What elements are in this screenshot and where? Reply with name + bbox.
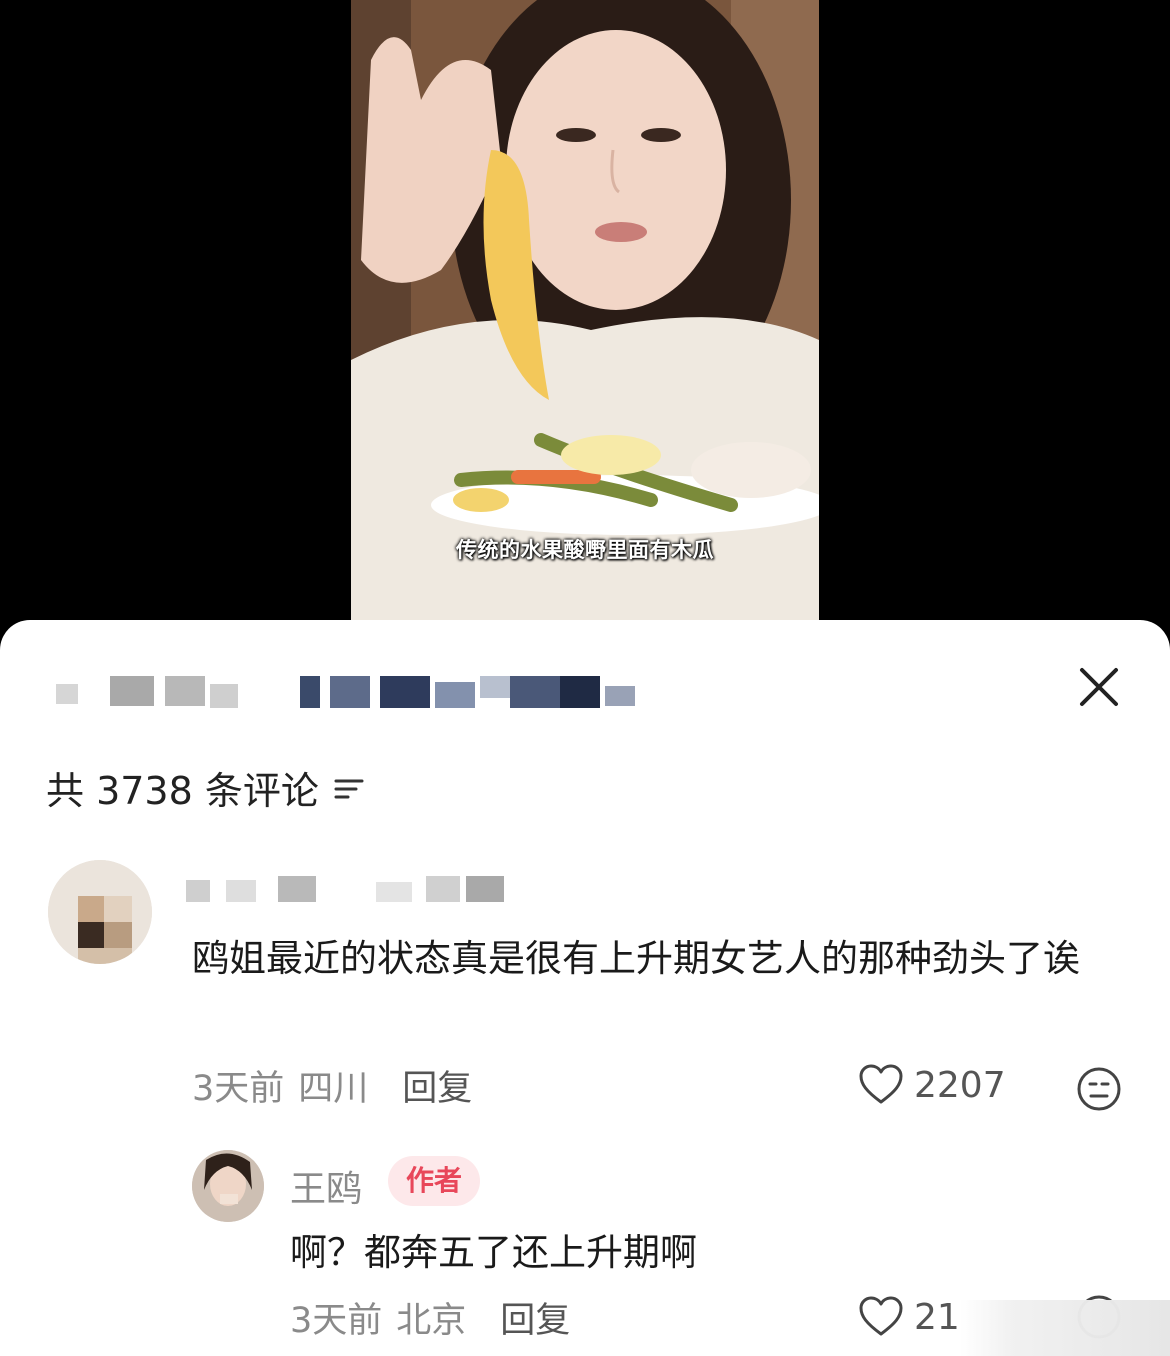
close-icon[interactable] (1076, 664, 1122, 710)
reply-meta: 3天前 北京 回复 (290, 1292, 570, 1343)
sort-icon[interactable] (333, 773, 365, 803)
reply-reply-button[interactable]: 回复 (500, 1292, 570, 1343)
comment-time: 3天前 (192, 1069, 285, 1109)
comment-text: 鸥姐最近的状态真是很有上升期女艺人的那种劲头了诶 (192, 937, 1080, 980)
blurred-username (186, 872, 526, 906)
comment-count: 共 3738 条评论 (46, 769, 319, 813)
comment-meta: 3天前 四川 回复 (192, 1060, 472, 1111)
author-badge: 作者 (388, 1156, 481, 1206)
reply-location: 北京 (396, 1301, 467, 1341)
author-avatar[interactable] (192, 1150, 264, 1222)
avatar[interactable] (48, 860, 152, 964)
comment-location: 四川 (298, 1069, 369, 1109)
author-avatar-image (192, 1150, 264, 1222)
watermark-overlay (960, 1300, 1170, 1356)
video-caption: 传统的水果酸嘢里面有木瓜 (456, 538, 714, 562)
heart-icon (859, 1064, 903, 1104)
reply-button[interactable]: 回复 (402, 1060, 472, 1111)
reply-text: 啊？都奔五了还上升期啊 (290, 1231, 697, 1274)
reply-like-count: 21 (914, 1296, 960, 1338)
dislike-icon[interactable] (1076, 1066, 1122, 1112)
comment-count-row: 共 3738 条评论 (46, 760, 365, 815)
like-count: 2207 (914, 1064, 1006, 1106)
reply-like-button[interactable]: 21 (858, 1296, 960, 1338)
comment-sheet: 共 3738 条评论 鸥姐最近的状态真是很有上升期女艺人的那种劲头了诶 3天前 (0, 620, 1170, 1356)
heart-icon (859, 1296, 903, 1336)
author-name[interactable]: 王鸥 (290, 1160, 362, 1212)
like-button[interactable]: 2207 (858, 1064, 1006, 1106)
app-screen: 传统的水果酸嘢里面有木瓜 共 3738 条评论 鸥姐最近的状态真是很有上升期女艺… (0, 0, 1170, 1356)
reply-time: 3天前 (290, 1301, 383, 1341)
blurred-header (40, 672, 660, 712)
video-player[interactable]: 传统的水果酸嘢里面有木瓜 (351, 0, 819, 640)
